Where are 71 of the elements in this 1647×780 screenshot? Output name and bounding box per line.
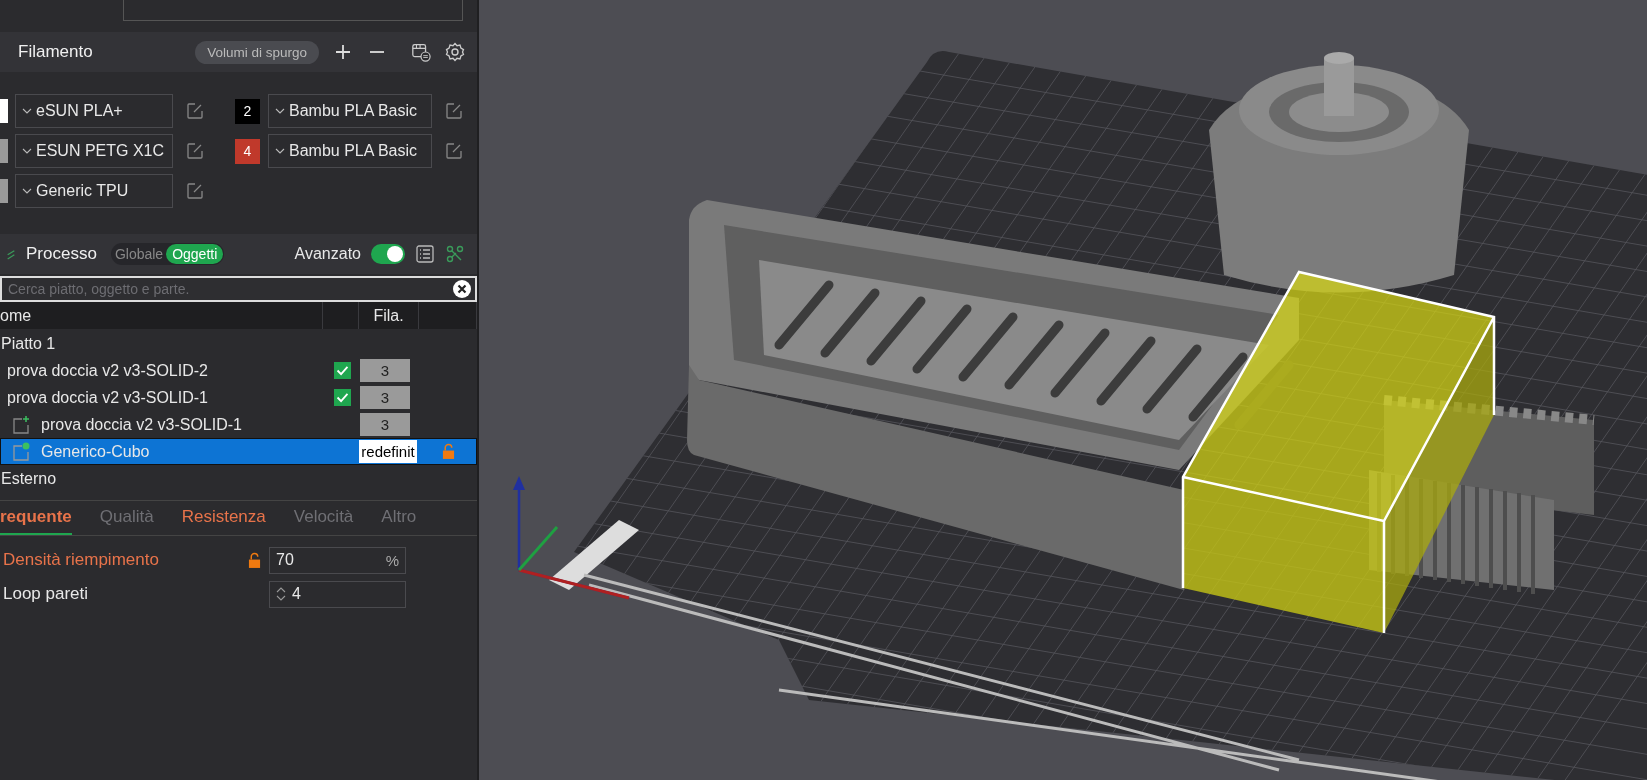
edit-icon[interactable]: [445, 102, 463, 120]
object-list-row[interactable]: Piatto 1: [0, 330, 477, 357]
filament-name: Bambu PLA Basic: [289, 102, 418, 120]
setting-label: Densità riempimento: [2, 550, 160, 570]
scope-tab[interactable]: Globale: [111, 244, 167, 264]
object-list-row[interactable]: Generico-Cubo redefinit: [0, 438, 477, 465]
filament-dropdown[interactable]: eSUN PLA+: [15, 94, 173, 128]
sync-icon[interactable]: [411, 42, 431, 62]
chevron-down-icon: [22, 188, 32, 194]
object-list-row[interactable]: Esterno: [0, 465, 477, 492]
settings-tab[interactable]: requente: [0, 501, 72, 535]
filament-dropdown[interactable]: Generic TPU: [15, 174, 173, 208]
column-header[interactable]: Fila.: [359, 302, 419, 329]
filament-dropdown[interactable]: Bambu PLA Basic: [268, 134, 432, 168]
printable-checkbox[interactable]: [333, 389, 351, 406]
chevron-down-icon: [22, 108, 32, 114]
settings-icon[interactable]: [445, 42, 465, 62]
object-name: Piatto 1: [1, 334, 56, 353]
edit-icon[interactable]: [445, 142, 463, 160]
section-title: Processo: [26, 244, 97, 264]
object-list-row[interactable]: prova doccia v2 v3-SOLID-2 3: [0, 357, 477, 384]
add-icon[interactable]: [333, 42, 353, 62]
filament-number-field[interactable]: 3: [360, 386, 410, 409]
setting-label: Loop pareti: [2, 584, 90, 604]
section-title: Filamento: [18, 42, 93, 62]
filament-number-field[interactable]: 3: [360, 413, 410, 436]
filament-name: Generic TPU: [36, 182, 129, 200]
filament-dropdown[interactable]: Bambu PLA Basic: [268, 94, 432, 128]
column-header[interactable]: ome: [0, 302, 323, 329]
filament-name: ESUN PETG X1C: [36, 142, 165, 160]
flush-volumes-button[interactable]: Volumi di spurgo: [195, 40, 319, 64]
chevron-down-icon: [275, 108, 285, 114]
filament-number-field[interactable]: 3: [360, 359, 410, 382]
edit-icon[interactable]: [186, 142, 204, 160]
spin-arrows-icon[interactable]: [276, 585, 286, 603]
object-name: Generico-Cubo: [41, 442, 150, 461]
object-list-row[interactable]: prova doccia v2 v3-SOLID-1 3: [0, 411, 477, 438]
filament-dropdown[interactable]: ESUN PETG X1C: [15, 134, 173, 168]
list-icon[interactable]: [415, 244, 435, 264]
object-name: prova doccia v2 v3-SOLID-2: [7, 361, 208, 380]
filament-color-swatch[interactable]: [0, 99, 8, 123]
scope-switch[interactable]: Globale Oggetti: [110, 243, 225, 265]
modifier-icon: [11, 441, 31, 462]
search-field[interactable]: Cerca piatto, oggetto e parte.: [0, 276, 477, 302]
spin-input[interactable]: 4: [269, 580, 406, 608]
object-list-row[interactable]: prova doccia v2 v3-SOLID-1 3: [0, 384, 477, 411]
chevron-down-icon: [22, 148, 32, 154]
setting-input[interactable]: 70 %: [269, 546, 406, 574]
object-name: prova doccia v2 v3-SOLID-1: [41, 415, 242, 434]
part-icon: [11, 414, 31, 435]
object-name: Esterno: [1, 469, 57, 488]
object-name: prova doccia v2 v3-SOLID-1: [7, 388, 208, 407]
printable-checkbox[interactable]: [333, 362, 351, 379]
filament-number-field[interactable]: redefinit: [359, 440, 417, 463]
advanced-label: Avanzato: [294, 245, 361, 263]
edit-icon[interactable]: [186, 182, 204, 200]
clear-icon[interactable]: [452, 279, 472, 299]
unit-label: %: [385, 551, 399, 569]
preset-field[interactable]: [123, 0, 463, 21]
edit-icon[interactable]: [186, 102, 204, 120]
chevron-down-icon: [275, 148, 285, 154]
advanced-toggle[interactable]: [371, 244, 405, 264]
settings-tab[interactable]: Resistenza: [181, 501, 266, 535]
filament-name: Bambu PLA Basic: [289, 142, 418, 160]
tools-icon[interactable]: [445, 244, 465, 264]
unlock-icon[interactable]: [248, 551, 261, 569]
filament-number-badge[interactable]: 4: [235, 138, 260, 164]
filament-number-badge[interactable]: 2: [235, 98, 260, 124]
filament-name: eSUN PLA+: [36, 102, 123, 120]
filament-color-swatch[interactable]: [0, 139, 8, 163]
filament-color-swatch[interactable]: [0, 179, 8, 203]
